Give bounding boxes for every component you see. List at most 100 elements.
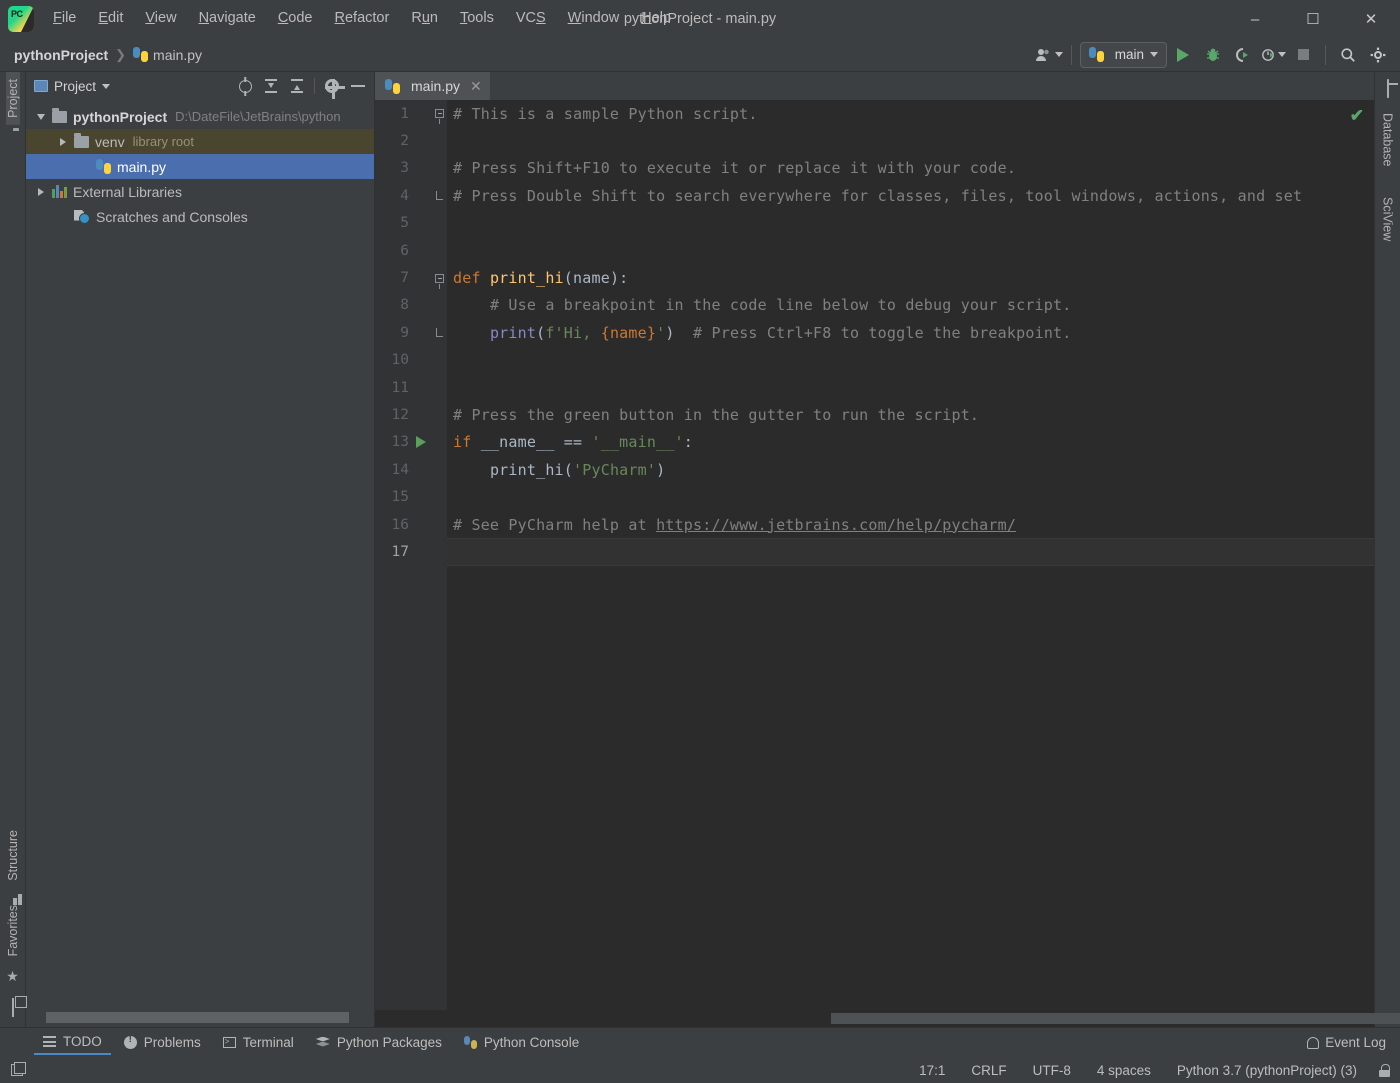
menu-run[interactable]: Run — [400, 6, 449, 31]
project-hscrollbar[interactable] — [26, 1007, 374, 1027]
database-tab-label: Database — [1380, 113, 1395, 167]
user-account-button[interactable] — [1035, 42, 1063, 68]
breadcrumb-file[interactable]: main.py — [133, 47, 202, 63]
maximize-button[interactable]: ☐ — [1284, 0, 1342, 38]
inspection-status-icon[interactable]: ✔ — [1350, 107, 1364, 124]
project-panel-title[interactable]: Project — [34, 79, 111, 94]
chevron-right-icon[interactable] — [30, 188, 52, 196]
toggle-tool-windows-button[interactable] — [8, 1062, 26, 1078]
hyperlink[interactable]: https://www.jetbrains.com/help/pycharm/ — [656, 516, 1016, 534]
sidebar-item-favorites[interactable]: Favorites — [6, 898, 20, 963]
tree-node-label: Scratches and Consoles — [96, 208, 248, 225]
line-number: 1 — [400, 105, 409, 122]
editor-tab-label: main.py — [411, 78, 461, 94]
sciview-tab-label: SciView — [1380, 196, 1395, 241]
tree-node-scratches[interactable]: Scratches and Consoles — [26, 204, 374, 229]
run-button[interactable] — [1169, 42, 1197, 68]
fold-marker[interactable] — [434, 273, 445, 289]
bottom-tab-python-packages[interactable]: Python Packages — [307, 1031, 451, 1054]
close-button[interactable]: ✕ — [1342, 0, 1400, 38]
bottom-tab-label: Python Console — [483, 1035, 580, 1050]
title-bar: File Edit View Navigate Code Refactor Ru… — [0, 0, 1400, 38]
project-settings-button[interactable] — [320, 75, 345, 99]
hide-panel-button[interactable] — [346, 75, 370, 97]
line-number: 14 — [391, 461, 409, 478]
sidebar-item-project[interactable]: Project — [5, 72, 20, 125]
comment-token: # Press Shift+F10 to execute it or repla… — [453, 159, 1017, 178]
file-encoding[interactable]: UTF-8 — [1029, 1061, 1075, 1080]
gutter-line: 14 — [375, 456, 447, 483]
keyword-token: def — [453, 269, 490, 288]
python-console-icon — [463, 1036, 477, 1049]
menu-file[interactable]: File — [42, 6, 87, 31]
python-interpreter[interactable]: Python 3.7 (pythonProject) (3) — [1173, 1061, 1361, 1080]
lock-icon[interactable] — [1379, 1063, 1390, 1077]
run-icon — [1177, 47, 1189, 62]
editor-hscrollbar[interactable] — [375, 1010, 1400, 1027]
tree-node-pythonproject[interactable]: pythonProject D:\DateFile\JetBrains\pyth… — [26, 104, 374, 129]
fold-marker[interactable] — [434, 190, 445, 201]
toolbar-divider — [314, 78, 315, 94]
menu-code[interactable]: Code — [267, 6, 324, 31]
gutter-line: 5 — [375, 210, 447, 237]
locate-file-button[interactable] — [233, 75, 257, 97]
event-log-button[interactable]: Event Log — [1307, 1035, 1400, 1050]
menu-vcs[interactable]: VCS — [505, 6, 557, 31]
code-text-area[interactable]: # This is a sample Python script. # Pres… — [447, 100, 1374, 1010]
close-tab-icon[interactable]: ✕ — [470, 78, 482, 95]
expand-all-button[interactable] — [259, 75, 283, 97]
sidebar-item-database[interactable]: Database — [1381, 106, 1395, 174]
menu-view[interactable]: View — [134, 6, 187, 31]
window-controls: – ☐ ✕ — [1226, 0, 1400, 38]
sidebar-item-sciview[interactable]: SciView — [1381, 190, 1395, 248]
menu-tools[interactable]: Tools — [449, 6, 505, 31]
caret-position[interactable]: 17:1 — [915, 1061, 949, 1080]
editor-gutter[interactable]: 1 2 3 4 5 6 7 8 9 10 11 12 13 14 15 16 1 — [375, 100, 447, 1010]
minimize-button[interactable]: – — [1226, 0, 1284, 38]
bottom-tab-python-console[interactable]: Python Console — [455, 1031, 588, 1054]
editor-hscrollbar-thumb[interactable] — [831, 1013, 1400, 1024]
sidebar-item-structure[interactable]: Structure — [6, 823, 20, 888]
menu-help[interactable]: Help — [630, 6, 682, 31]
bottom-tab-terminal[interactable]: Terminal — [214, 1031, 303, 1054]
run-coverage-button[interactable] — [1229, 42, 1257, 68]
chevron-right-icon[interactable] — [52, 138, 74, 146]
search-everywhere-button[interactable] — [1334, 42, 1362, 68]
project-hscrollbar-track[interactable] — [28, 1011, 372, 1023]
scratch-icon — [74, 210, 90, 224]
indent-setting[interactable]: 4 spaces — [1093, 1061, 1155, 1080]
code-line: # Press the green button in the gutter t… — [447, 401, 1374, 428]
line-separator[interactable]: CRLF — [967, 1061, 1010, 1080]
stop-button[interactable] — [1289, 42, 1317, 68]
line-number: 15 — [391, 489, 409, 506]
debug-button[interactable] — [1199, 42, 1227, 68]
gutter-line-current: 17 — [375, 538, 447, 565]
breadcrumb-separator: ❯ — [115, 46, 127, 62]
tree-node-venv[interactable]: venv library root — [26, 129, 374, 154]
fold-marker[interactable] — [434, 108, 445, 125]
bottom-tab-problems[interactable]: Problems — [115, 1031, 210, 1054]
gutter-line: 4 — [375, 182, 447, 209]
code-line: print_hi('PyCharm') — [447, 456, 1374, 483]
tree-node-external-libraries[interactable]: External Libraries — [26, 179, 374, 204]
settings-button[interactable] — [1364, 42, 1392, 68]
collapse-all-button[interactable] — [285, 75, 309, 97]
run-gutter-button[interactable] — [411, 436, 431, 449]
editor-tab-mainpy[interactable]: main.py ✕ — [375, 72, 490, 100]
fold-marker[interactable] — [434, 327, 445, 338]
tree-node-mainpy[interactable]: main.py — [26, 154, 374, 179]
menu-edit[interactable]: Edit — [87, 6, 134, 31]
project-hscrollbar-thumb[interactable] — [46, 1011, 349, 1023]
bottom-tab-todo[interactable]: TODO — [34, 1030, 111, 1055]
menu-refactor[interactable]: Refactor — [324, 6, 401, 31]
indent-token — [453, 296, 490, 314]
profile-button[interactable] — [1259, 42, 1287, 68]
run-configuration-selector[interactable]: main — [1079, 41, 1167, 68]
breadcrumb-project[interactable]: pythonProject — [14, 47, 108, 63]
tree-node-label: External Libraries — [73, 183, 182, 200]
menu-window[interactable]: Window — [557, 6, 631, 31]
chevron-down-icon[interactable] — [30, 114, 52, 120]
bottom-tab-label: Terminal — [242, 1035, 294, 1050]
menu-navigate[interactable]: Navigate — [188, 6, 267, 31]
toggle-tool-window-bars-button[interactable] — [11, 991, 14, 1025]
